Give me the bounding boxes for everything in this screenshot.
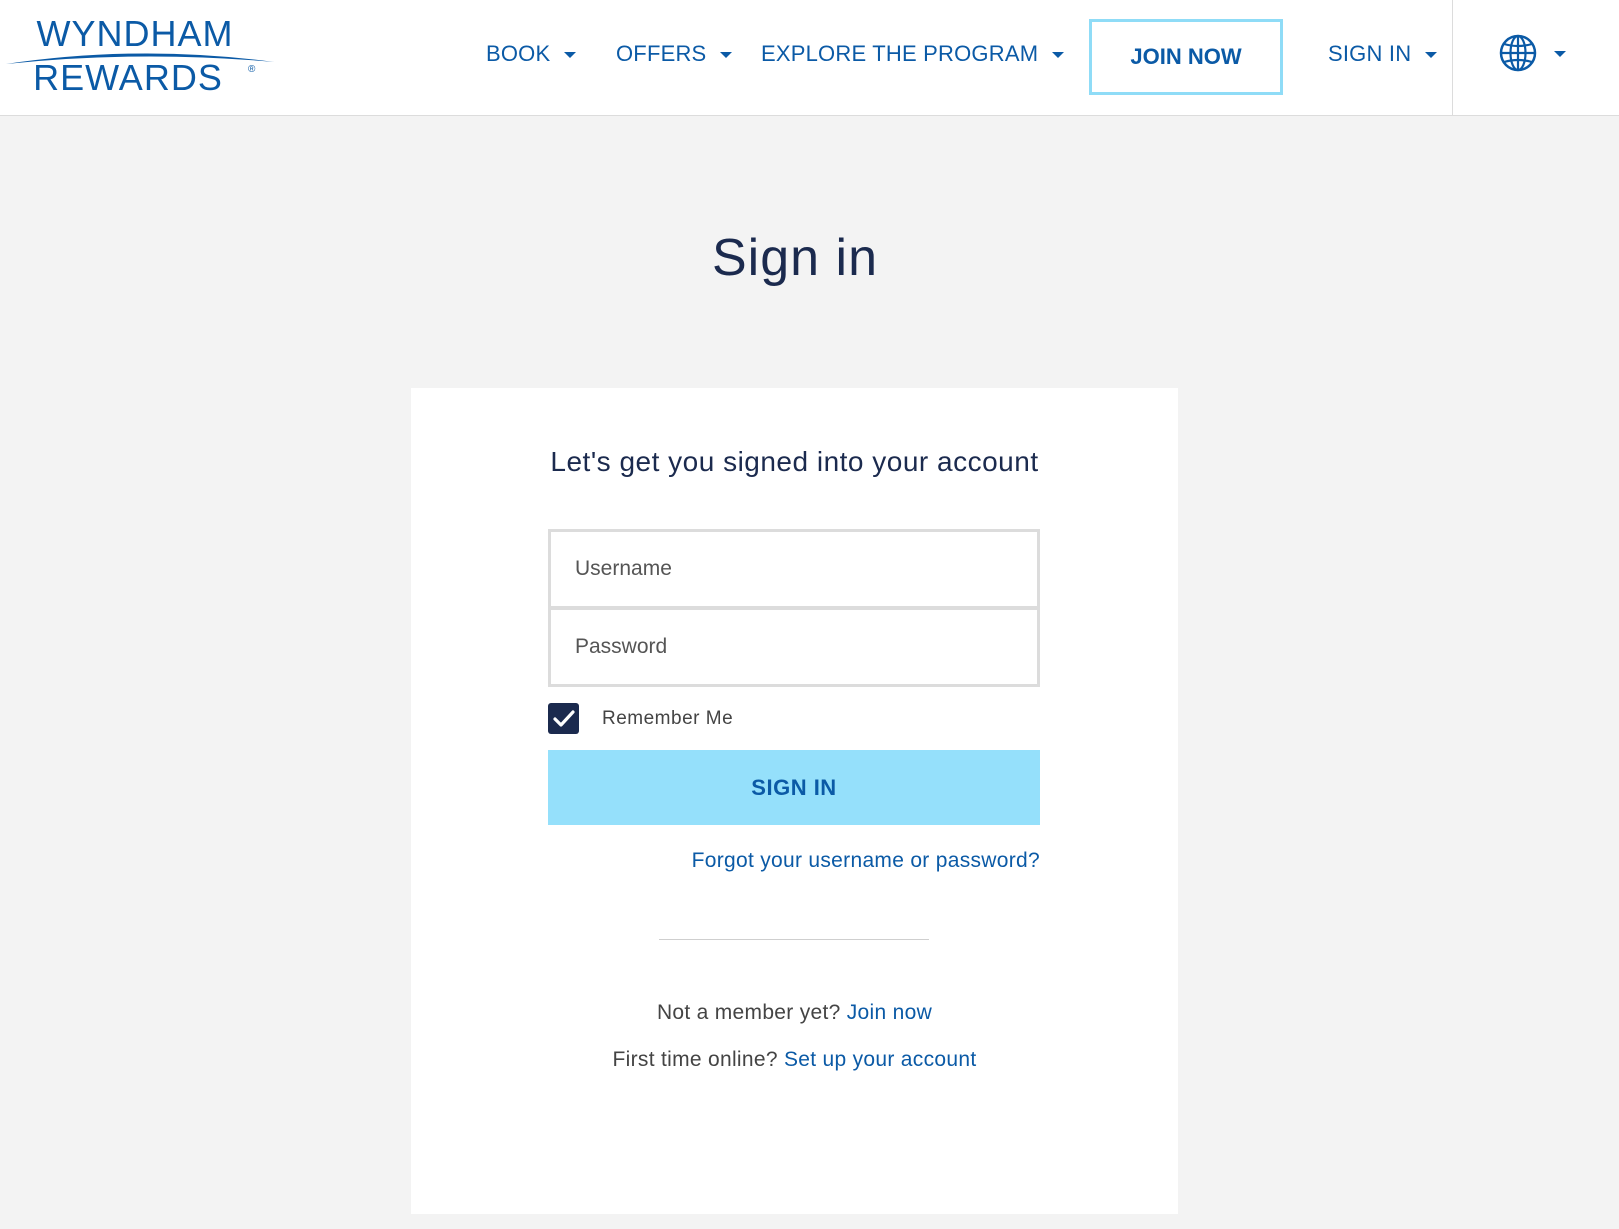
username-field-box — [548, 529, 1040, 609]
header-divider — [1452, 0, 1453, 116]
logo-line-2: REWARDS — [33, 57, 223, 98]
nav-signin-label: SIGN IN — [1328, 41, 1412, 66]
nav-book[interactable]: BOOK — [486, 38, 577, 70]
not-member-row: Not a member yet? Join now — [411, 1001, 1178, 1025]
chevron-down-icon — [564, 52, 577, 58]
sign-in-card: Let's get you signed into your account R… — [411, 388, 1178, 1214]
set-up-account-link[interactable]: Set up your account — [784, 1048, 977, 1071]
remember-me-checkbox[interactable] — [548, 703, 579, 734]
join-now-link[interactable]: Join now — [847, 1001, 932, 1024]
username-input[interactable] — [551, 532, 1037, 606]
first-time-row: First time online? Set up your account — [411, 1048, 1178, 1072]
chevron-down-icon — [720, 52, 733, 58]
chevron-down-icon — [1425, 52, 1438, 58]
remember-me-control[interactable]: Remember Me — [548, 703, 733, 734]
section-divider — [659, 939, 929, 940]
sign-in-button[interactable]: SIGN IN — [548, 750, 1040, 825]
not-member-text: Not a member yet? — [656, 1001, 847, 1024]
nav-book-label: BOOK — [486, 41, 551, 66]
nav-explore-label: EXPLORE THE PROGRAM — [761, 41, 1039, 66]
remember-me-label: Remember Me — [602, 707, 734, 729]
sign-in-subtitle: Let's get you signed into your account — [550, 446, 1039, 477]
nav-sign-in[interactable]: SIGN IN — [1328, 38, 1438, 70]
wyndham-rewards-logo[interactable]: WYNDHAM REWARDS ® — [4, 14, 276, 100]
nav-offers-label: OFFERS — [616, 41, 707, 66]
chevron-down-icon — [1554, 51, 1566, 57]
checkmark-icon — [552, 709, 575, 727]
password-field-box — [548, 607, 1040, 687]
nav-offers[interactable]: OFFERS — [616, 38, 733, 70]
password-input[interactable] — [551, 610, 1037, 684]
chevron-down-icon — [1052, 52, 1065, 58]
join-now-button[interactable]: JOIN NOW — [1089, 19, 1283, 95]
site-header: WYNDHAM REWARDS ® BOOK OFFERS EXPLORE TH… — [0, 0, 1619, 116]
registered-mark: ® — [248, 64, 256, 75]
page-title: Sign in — [712, 229, 878, 287]
first-time-text: First time online? — [612, 1048, 784, 1071]
forgot-credentials-link[interactable]: Forgot your username or password? — [692, 849, 1040, 873]
language-selector[interactable] — [1498, 33, 1566, 73]
globe-icon — [1499, 34, 1537, 72]
nav-explore-program[interactable]: EXPLORE THE PROGRAM — [761, 38, 1065, 70]
